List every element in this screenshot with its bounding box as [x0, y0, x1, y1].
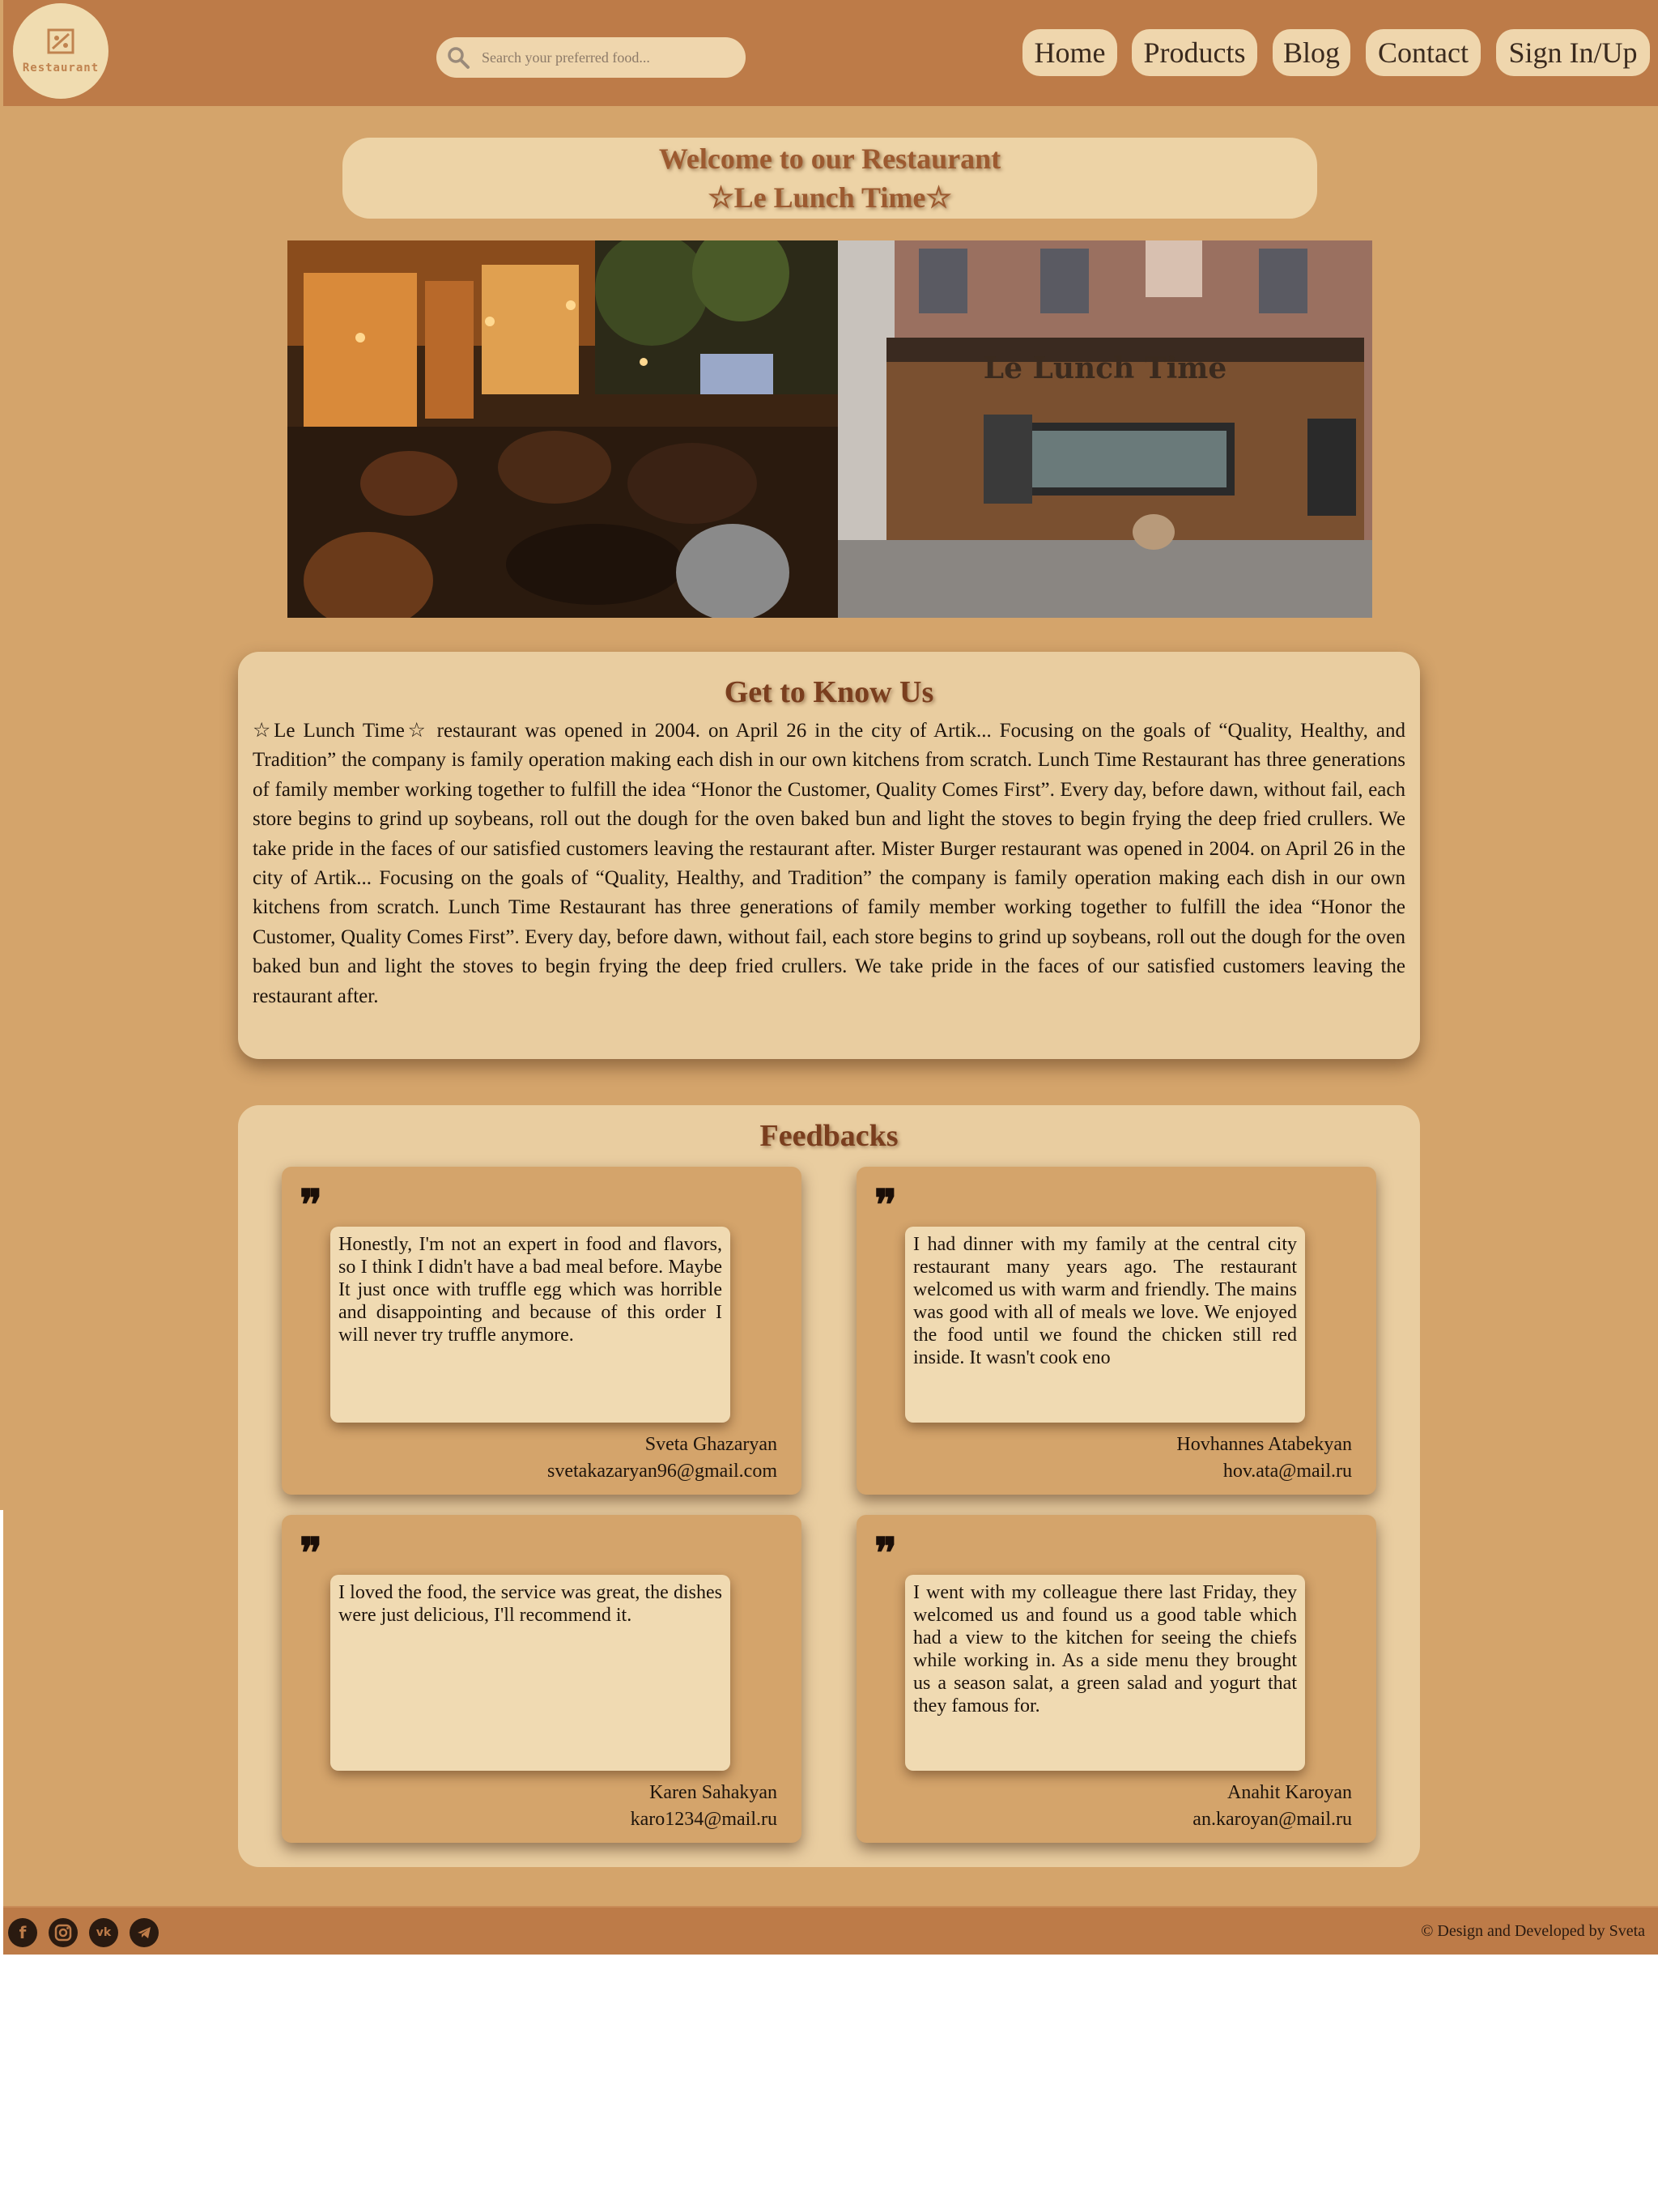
feedback-text: Honestly, I'm not an expert in food and …	[330, 1227, 730, 1423]
feedback-card: ❞ Honestly, I'm not an expert in food an…	[282, 1167, 801, 1495]
telegram-glyph	[138, 1927, 151, 1938]
search-icon[interactable]	[446, 45, 470, 70]
restaurant-name: ☆Le Lunch Time☆	[708, 181, 952, 214]
feedback-text: I loved the food, the service was great,…	[330, 1575, 730, 1771]
feedback-author: Anahit Karoyan	[1227, 1782, 1352, 1803]
about-section: Get to Know Us ☆Le Lunch Time☆ restauran…	[238, 652, 1420, 1059]
shop-sign-text: Le Lunch Time	[984, 351, 1227, 385]
feedback-card: ❞ I loved the food, the service was grea…	[282, 1515, 801, 1843]
feedback-text: I went with my colleague there last Frid…	[905, 1575, 1305, 1771]
feedback-author: Karen Sahakyan	[649, 1782, 777, 1803]
restaurant-exterior-photo: Le Lunch Time	[838, 240, 1372, 618]
copyright-text: © Design and Developed by Sveta	[1421, 1922, 1645, 1940]
feedback-author: Sveta Ghazaryan	[644, 1434, 777, 1455]
facebook-icon[interactable]: f	[8, 1918, 37, 1947]
quote-icon: ❞	[300, 1180, 322, 1230]
nav-home[interactable]: Home	[1022, 29, 1117, 76]
feedback-card: ❞ I had dinner with my family at the cen…	[857, 1167, 1376, 1495]
nav-blog[interactable]: Blog	[1273, 29, 1350, 76]
feedback-email: hov.ata@mail.ru	[1222, 1461, 1352, 1482]
feedbacks-section: Feedbacks ❞ Honestly, I'm not an expert …	[238, 1105, 1420, 1867]
feedbacks-title: Feedbacks	[759, 1119, 899, 1153]
search-input[interactable]	[482, 37, 738, 78]
instagram-glyph	[54, 1924, 72, 1942]
search-box	[436, 37, 746, 78]
feedback-card: ❞ I went with my colleague there last Fr…	[857, 1515, 1376, 1843]
quote-icon: ❞	[300, 1529, 322, 1578]
restaurant-interior-photo	[287, 240, 838, 618]
welcome-title: Welcome to our Restaurant	[658, 143, 1001, 175]
vk-icon[interactable]: vk	[89, 1918, 118, 1947]
feedback-text: I had dinner with my family at the centr…	[905, 1227, 1305, 1423]
instagram-icon[interactable]	[49, 1918, 78, 1947]
feedback-author: Hovhannes Atabekyan	[1176, 1434, 1352, 1455]
quote-icon: ❞	[874, 1529, 897, 1578]
page: Restaurant Home Products Blog Contact Si…	[3, 0, 1658, 1955]
feedback-email: an.karoyan@mail.ru	[1192, 1809, 1352, 1830]
quote-icon: ❞	[874, 1180, 897, 1230]
logo[interactable]: Restaurant	[13, 3, 108, 99]
about-text: ☆Le Lunch Time☆ restaurant was opened in…	[253, 720, 1405, 1007]
feedback-email: karo1234@mail.ru	[630, 1809, 777, 1830]
nav-contact[interactable]: Contact	[1366, 29, 1481, 76]
site-header: Restaurant Home Products Blog Contact Si…	[3, 0, 1658, 106]
exterior-illustration: Le Lunch Time	[838, 240, 1372, 618]
logo-text: Restaurant	[22, 62, 100, 74]
nav-products[interactable]: Products	[1132, 29, 1257, 76]
welcome-banner: Welcome to our Restaurant ☆Le Lunch Time…	[342, 138, 1317, 219]
nav-sign-in-up[interactable]: Sign In/Up	[1496, 29, 1650, 76]
site-footer: f vk © Design and Developed by Sveta	[3, 1906, 1658, 1955]
feedback-email: svetakazaryan96@gmail.com	[547, 1461, 777, 1482]
logo-icon	[47, 28, 74, 54]
interior-illustration	[287, 240, 838, 618]
about-title: Get to Know Us	[724, 675, 934, 709]
telegram-icon[interactable]	[130, 1918, 159, 1947]
